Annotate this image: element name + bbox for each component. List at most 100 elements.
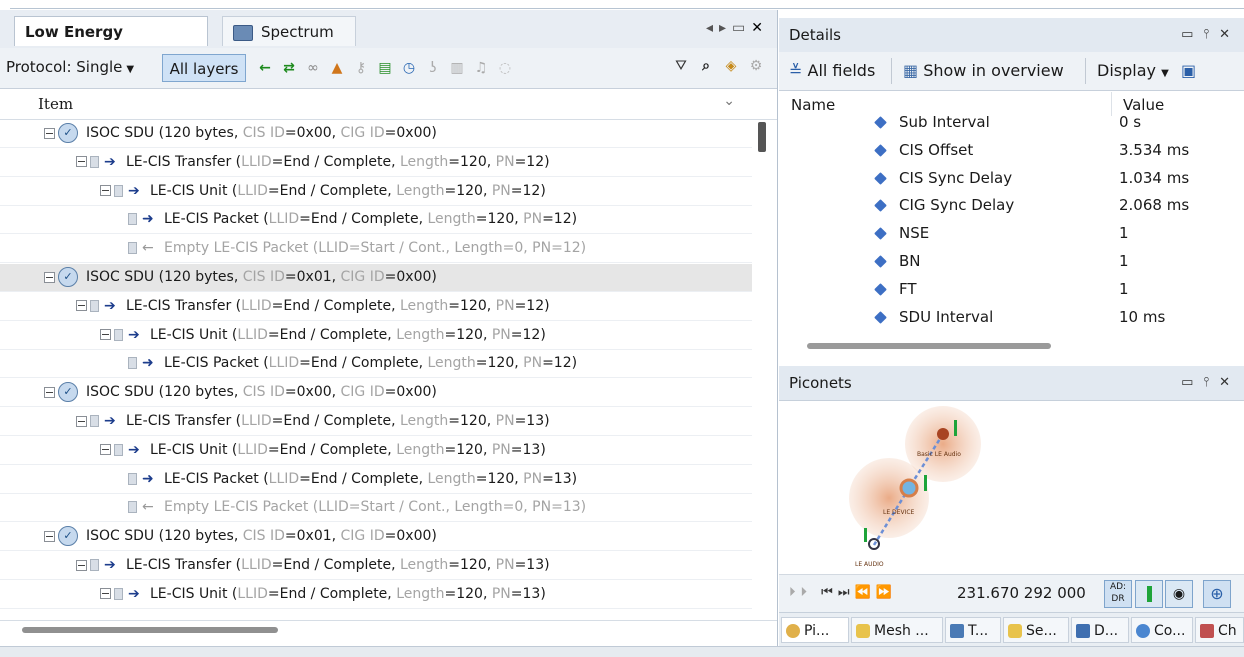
- link-icon[interactable]: ∞: [304, 59, 322, 77]
- table-row[interactable]: ➔ LE-CIS Transfer (LLID=End / Complete, L…: [0, 293, 752, 321]
- tab-piconets[interactable]: Pi...: [781, 617, 849, 643]
- device-node[interactable]: [899, 478, 919, 498]
- chevron-down-icon[interactable]: ⌄: [723, 93, 735, 109]
- all-layers-button[interactable]: All layers: [162, 54, 246, 82]
- collapse-icon[interactable]: [76, 156, 87, 168]
- collapse-icon[interactable]: [76, 300, 87, 312]
- table-row[interactable]: ➔ LE-CIS Unit (LLID=End / Complete, Lengt…: [0, 437, 752, 465]
- tab-spectrum[interactable]: Spectrum: [222, 16, 356, 46]
- prev-icon[interactable]: ⏭: [838, 585, 855, 600]
- window-list-icon[interactable]: ▭: [732, 20, 751, 36]
- table-row[interactable]: ➔ LE-CIS Transfer (LLID=End / Complete, L…: [0, 552, 752, 580]
- table-row[interactable]: ➜ LE-CIS Packet (LLID=End / Complete, Len…: [0, 206, 752, 235]
- window-icon[interactable]: ▭: [1181, 375, 1203, 390]
- table-row[interactable]: ← Empty LE-CIS Packet (LLID=Start / Cont.…: [0, 235, 752, 264]
- table-row[interactable]: ➔ LE-CIS Unit (LLID=End / Complete, Lengt…: [0, 581, 752, 609]
- music-icon[interactable]: ♫: [472, 59, 490, 77]
- collapse-icon[interactable]: [100, 329, 111, 341]
- column-divider[interactable]: [1111, 92, 1112, 116]
- settings-icon[interactable]: ⚙: [747, 57, 765, 75]
- display-dropdown[interactable]: Display ▼: [1097, 61, 1169, 80]
- show-in-overview-button[interactable]: ▦ Show in overview: [903, 61, 1064, 80]
- eye-icon[interactable]: ◉: [1165, 580, 1193, 608]
- collapse-icon[interactable]: [100, 185, 111, 197]
- tab-t[interactable]: T...: [945, 617, 1001, 643]
- horizontal-scrollbar[interactable]: [22, 627, 278, 633]
- vertical-scrollbar[interactable]: [758, 122, 766, 152]
- detail-field-row[interactable]: SDU Interval 10 ms: [779, 303, 1244, 331]
- collapse-icon[interactable]: [44, 386, 55, 398]
- pin-icon[interactable]: ⫯: [1203, 375, 1219, 390]
- detail-field-row[interactable]: BN 1: [779, 247, 1244, 275]
- detail-field-row[interactable]: CIG Sync Delay 2.068 ms: [779, 191, 1244, 219]
- tab-co[interactable]: Co...: [1131, 617, 1193, 643]
- close-icon[interactable]: ✕: [751, 20, 769, 36]
- collapse-icon[interactable]: [100, 444, 111, 456]
- table-row[interactable]: ➔ LE-CIS Unit (LLID=End / Complete, Lengt…: [0, 322, 752, 350]
- row-text: =0x00): [384, 528, 437, 545]
- table-row[interactable]: ➜ LE-CIS Packet (LLID=End / Complete, Len…: [0, 350, 752, 379]
- signal-button[interactable]: [1135, 580, 1163, 608]
- table-row[interactable]: ✓ ISOC SDU (120 bytes, CIS ID=0x01, CIG I…: [0, 523, 752, 552]
- table-row[interactable]: ➜ LE-CIS Packet (LLID=End / Complete, Len…: [0, 466, 752, 494]
- window-icon[interactable]: ▭: [1181, 27, 1203, 42]
- item-column-header[interactable]: Item ⌄: [0, 89, 777, 120]
- table-row[interactable]: ✓ ISOC SDU (120 bytes, CIS ID=0x01, CIG I…: [0, 264, 752, 292]
- details-title: Details: [789, 26, 842, 44]
- collapse-icon[interactable]: [100, 588, 111, 600]
- value-column-header[interactable]: Value: [1123, 96, 1164, 114]
- tab-ch[interactable]: Ch: [1195, 617, 1244, 643]
- detail-field-row[interactable]: CIS Sync Delay 1.034 ms: [779, 164, 1244, 192]
- bell-icon[interactable]: ▲: [328, 59, 346, 77]
- tab-se[interactable]: Se...: [1003, 617, 1069, 643]
- table-row[interactable]: ➔ LE-CIS Transfer (LLID=End / Complete, L…: [0, 408, 752, 436]
- circle-icon[interactable]: ◌: [496, 59, 514, 77]
- table-row[interactable]: ✓ ISOC SDU (120 bytes, CIS ID=0x00, CIG I…: [0, 120, 752, 148]
- collapse-icon[interactable]: [44, 127, 55, 139]
- collapse-icon[interactable]: [44, 530, 55, 542]
- chart-icon[interactable]: ▥: [448, 59, 466, 77]
- detail-field-row[interactable]: NSE 1: [779, 219, 1244, 247]
- collapse-icon[interactable]: [76, 415, 87, 427]
- all-fields-button[interactable]: ≚ All fields: [789, 61, 875, 80]
- fit-view-icon[interactable]: ⊕: [1203, 580, 1231, 608]
- close-icon[interactable]: ✕: [1219, 27, 1240, 42]
- detail-field-row[interactable]: FT 1: [779, 275, 1244, 303]
- table-row[interactable]: ✓ ISOC SDU (120 bytes, CIS ID=0x00, CIG I…: [0, 379, 752, 408]
- key-icon[interactable]: ⚷: [352, 59, 370, 77]
- back-arrow-icon[interactable]: ←: [256, 59, 274, 77]
- close-icon[interactable]: ✕: [1219, 375, 1240, 390]
- play-icon[interactable]: ⏵⏵: [789, 585, 812, 600]
- table-row[interactable]: ➔ LE-CIS Unit (LLID=End / Complete, Lengt…: [0, 178, 752, 206]
- tab-mesh[interactable]: Mesh ...: [851, 617, 943, 643]
- filter-icon[interactable]: ⛛: [672, 57, 690, 75]
- table-row[interactable]: ← Empty LE-CIS Packet (LLID=Start / Cont.…: [0, 494, 752, 523]
- page-icon[interactable]: ▤: [376, 59, 394, 77]
- clock-icon[interactable]: ◷: [400, 59, 418, 77]
- field-value: 2.068 ms: [1119, 196, 1190, 215]
- swap-arrows-icon[interactable]: ⇄: [280, 59, 298, 77]
- detail-field-row[interactable]: Sub Interval 0 s: [779, 116, 1244, 136]
- ad-dr-button[interactable]: AD: DR: [1104, 580, 1132, 608]
- table-row[interactable]: ➔ LE-CIS Transfer (LLID=End / Complete, L…: [0, 149, 752, 177]
- collapse-icon[interactable]: [76, 559, 87, 571]
- scroll-right-icon[interactable]: ▸: [719, 20, 732, 36]
- horizontal-scrollbar[interactable]: [807, 343, 1051, 349]
- scroll-left-icon[interactable]: ◂: [706, 20, 719, 36]
- detail-field-row[interactable]: CIS Offset 3.534 ms: [779, 136, 1244, 164]
- tab-d[interactable]: D...: [1071, 617, 1129, 643]
- collapse-icon[interactable]: [44, 271, 55, 283]
- piconet-graph[interactable]: Basic LE Audio LE DEVICE LE AUDIO: [779, 400, 1244, 574]
- pin-icon[interactable]: ⫯: [1203, 27, 1219, 42]
- first-icon[interactable]: ⏮: [821, 585, 838, 600]
- device-node[interactable]: [937, 428, 949, 440]
- paint-icon[interactable]: ◈: [722, 57, 740, 75]
- name-column-header[interactable]: Name: [791, 96, 835, 114]
- hook-icon[interactable]: ʖ: [424, 59, 442, 77]
- export-icon[interactable]: ▣: [1181, 61, 1196, 80]
- tab-low-energy-overview[interactable]: Low Energy Overview: [14, 16, 208, 71]
- search-icon[interactable]: ⌕: [697, 57, 715, 75]
- forward-icon[interactable]: ⏩: [876, 585, 897, 600]
- rewind-icon[interactable]: ⏪: [855, 585, 876, 600]
- protocol-dropdown[interactable]: Protocol: Single ▼: [6, 58, 134, 76]
